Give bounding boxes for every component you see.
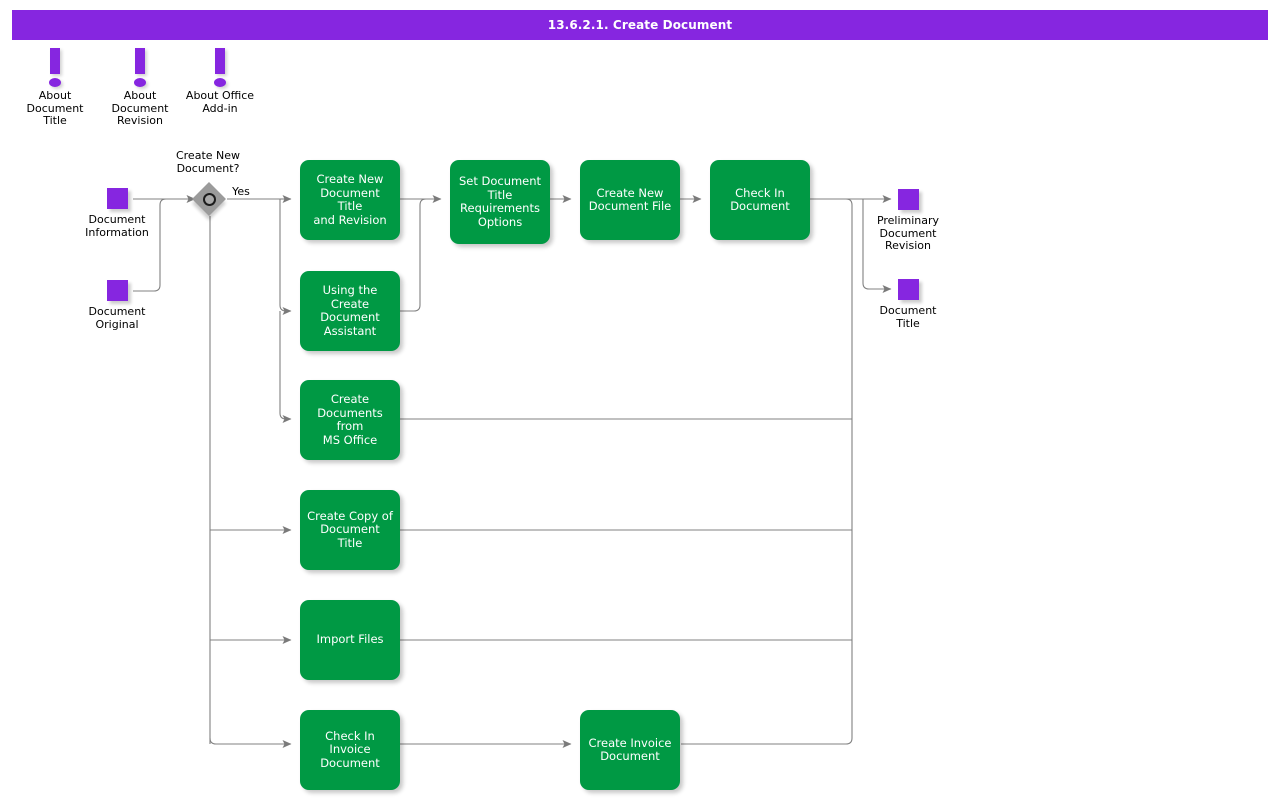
data-node-label: Preliminary Document Revision — [876, 214, 940, 252]
process-set-document-title-requirements-options[interactable]: Set Document Title Requirements Options — [450, 160, 550, 244]
process-label: Create New Document Title and Revision — [313, 172, 387, 227]
data-node-preliminary-document-revision[interactable]: Preliminary Document Revision — [858, 189, 958, 253]
exclamation-icon — [49, 48, 61, 87]
process-create-new-document-file[interactable]: Create New Document File — [580, 160, 680, 240]
decision-question-label: Create New Document? — [175, 149, 241, 175]
decision-ring-icon — [203, 193, 216, 206]
exclamation-icon — [134, 48, 146, 87]
diagram-canvas: 13.6.2.1. Create Document About Document… — [0, 0, 1280, 800]
process-create-copy-of-document-title[interactable]: Create Copy of Document Title — [300, 490, 400, 570]
process-label: Create New Document File — [588, 185, 672, 213]
process-create-invoice-document[interactable]: Create Invoice Document — [580, 710, 680, 790]
process-label: Import Files — [316, 632, 384, 647]
data-square-icon — [106, 188, 128, 209]
page-title: 13.6.2.1. Create Document — [12, 10, 1268, 40]
process-create-new-document-title-and-revision[interactable]: Create New Document Title and Revision — [300, 160, 400, 240]
process-label: Create Documents from MS Office — [317, 392, 383, 447]
process-check-in-document[interactable]: Check In Document — [710, 160, 810, 240]
data-square-icon — [897, 189, 919, 210]
data-node-document-title[interactable]: Document Title — [858, 279, 958, 330]
process-using-the-create-document-assistant[interactable]: Using the Create Document Assistant — [300, 271, 400, 351]
process-label: Check In Document — [730, 185, 790, 213]
data-node-label: Document Title — [879, 304, 937, 330]
exclamation-icon — [214, 48, 226, 87]
data-square-icon — [106, 280, 128, 301]
data-node-label: Document Original — [88, 305, 146, 331]
process-create-documents-from-ms-office[interactable]: Create Documents from MS Office — [300, 380, 400, 460]
process-label: Check In Invoice Document — [320, 728, 380, 770]
process-label: Create Copy of Document Title — [307, 508, 393, 550]
process-check-in-invoice-document[interactable]: Check In Invoice Document — [300, 710, 400, 790]
process-label: Create Invoice Document — [588, 735, 672, 763]
decision-branch-label-yes: Yes — [232, 185, 250, 198]
note-about-office-add-in[interactable]: About Office Add-in — [168, 48, 272, 115]
process-import-files[interactable]: Import Files — [300, 600, 400, 680]
note-label: About Document Title — [26, 89, 84, 127]
note-label: About Office Add-in — [185, 89, 255, 115]
data-square-icon — [897, 279, 919, 300]
note-label: About Document Revision — [111, 89, 169, 127]
process-label: Set Document Title Requirements Options — [458, 174, 542, 229]
process-label: Using the Create Document Assistant — [320, 283, 380, 338]
connector-layer — [133, 195, 892, 748]
data-node-document-original[interactable]: Document Original — [67, 280, 167, 331]
data-node-label: Document Information — [85, 213, 149, 239]
data-node-document-information[interactable]: Document Information — [67, 188, 167, 239]
